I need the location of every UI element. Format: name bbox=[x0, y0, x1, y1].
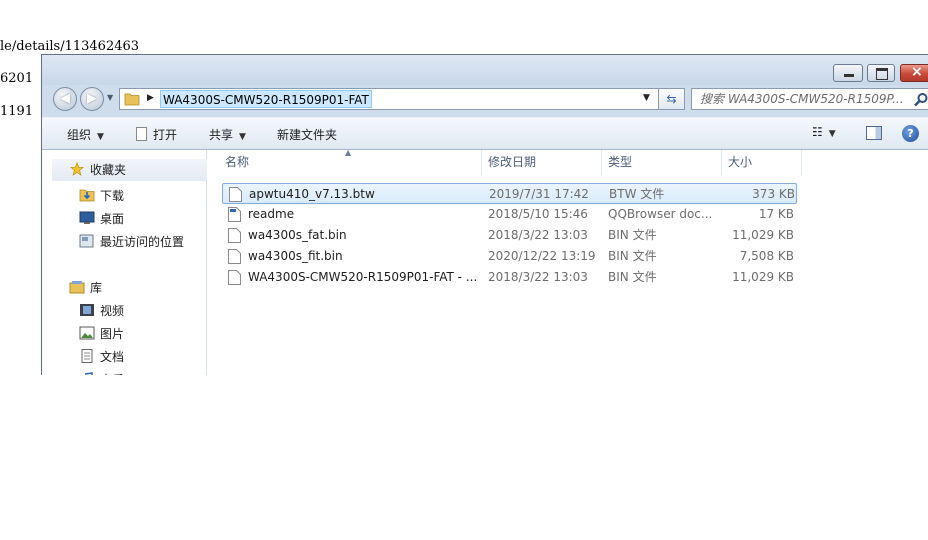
desktop-icon bbox=[79, 211, 95, 224]
recent-places-icon bbox=[79, 234, 94, 248]
file-icon bbox=[229, 187, 242, 202]
background-number-2: 1191 bbox=[0, 104, 34, 119]
file-name: wa4300s_fit.bin bbox=[248, 249, 343, 263]
file-row[interactable]: wa4300s_fit.bin 2020/12/22 13:19 BIN 文件 7,5… bbox=[222, 246, 797, 267]
nav-item-favorites[interactable]: 收藏夹 bbox=[52, 159, 207, 181]
file-size: 7,508 KB bbox=[739, 249, 794, 263]
file-size: 373 KB bbox=[752, 187, 795, 201]
file-row[interactable]: apwtu410_v7.13.btw 2019/7/31 17:42 BTW 文件 3… bbox=[222, 183, 797, 204]
file-list[interactable]: ▲ 名称 修改日期 类型 大小 apwtu410_v7.13.btw 2019/7/… bbox=[208, 148, 928, 375]
title-bar[interactable]: × bbox=[42, 55, 928, 85]
file-type: BIN 文件 bbox=[608, 228, 657, 242]
back-button[interactable]: ◀ bbox=[53, 87, 77, 111]
pictures-icon bbox=[79, 326, 95, 340]
open-button[interactable]: 打开 bbox=[136, 126, 177, 143]
file-row[interactable]: wa4300s_fat.bin 2018/3/22 13:03 BIN 文件 11,0… bbox=[222, 225, 797, 246]
navigation-bar: ◀ ▶ ▼ ▶ WA4300S-CMW520-R1509P01-FAT ▼ ⇆ … bbox=[42, 83, 928, 117]
file-icon bbox=[228, 249, 241, 264]
share-button[interactable]: 共享 ▼ bbox=[209, 126, 246, 143]
change-view-button[interactable]: ☷ ▼ bbox=[812, 125, 836, 139]
nav-item-music[interactable]: 音乐 bbox=[79, 371, 124, 375]
nav-item-recent-places[interactable]: 最近访问的位置 bbox=[79, 233, 184, 250]
chevron-down-icon: ▼ bbox=[97, 132, 104, 142]
nav-item-videos[interactable]: 视频 bbox=[79, 302, 124, 319]
preview-pane-button[interactable] bbox=[866, 126, 882, 140]
file-date: 2018/5/10 15:46 bbox=[488, 207, 588, 221]
maximize-icon bbox=[876, 68, 888, 80]
minimize-button[interactable] bbox=[833, 64, 863, 82]
file-name: apwtu410_v7.13.btw bbox=[249, 187, 375, 201]
column-header-date[interactable]: 修改日期 bbox=[482, 150, 602, 175]
document-icon bbox=[136, 127, 147, 141]
background-url-text: le/details/113462463 bbox=[0, 39, 140, 54]
nav-item-libraries[interactable]: 库 bbox=[69, 279, 102, 296]
file-size: 17 KB bbox=[758, 207, 794, 221]
explorer-window: × ◀ ▶ ▼ ▶ WA4300S-CMW520-R1509P01-FAT ▼ … bbox=[41, 54, 928, 375]
arrow-left-icon: ◀ bbox=[60, 91, 70, 106]
column-header-type[interactable]: 类型 bbox=[602, 150, 722, 175]
arrow-right-icon: ▶ bbox=[87, 91, 97, 106]
file-type: BTW 文件 bbox=[609, 187, 665, 201]
documents-icon bbox=[81, 349, 93, 363]
column-header-size[interactable]: 大小 bbox=[722, 150, 802, 175]
file-type: BIN 文件 bbox=[608, 270, 657, 284]
html-document-icon bbox=[228, 207, 241, 222]
file-size: 11,029 KB bbox=[732, 228, 794, 242]
file-row[interactable]: readme 2018/5/10 15:46 QQBrowser doc... 17 … bbox=[222, 204, 797, 225]
address-dropdown-icon[interactable]: ▼ bbox=[643, 93, 650, 103]
forward-button[interactable]: ▶ bbox=[80, 87, 104, 111]
library-icon bbox=[69, 281, 85, 294]
close-button[interactable]: × bbox=[900, 64, 928, 82]
music-icon bbox=[84, 372, 93, 375]
folder-icon bbox=[124, 93, 140, 106]
file-date: 2020/12/22 13:19 bbox=[488, 249, 596, 263]
nav-item-downloads[interactable]: 下载 bbox=[79, 187, 124, 204]
star-icon bbox=[70, 162, 84, 176]
organize-button[interactable]: 组织 ▼ bbox=[67, 126, 104, 143]
file-size: 11,029 KB bbox=[732, 270, 794, 284]
new-folder-button[interactable]: 新建文件夹 bbox=[277, 126, 337, 143]
nav-item-pictures[interactable]: 图片 bbox=[79, 325, 124, 342]
content-area: 收藏夹 下载 桌面 最近访问的位置 库 视频 图片 文档 ▲ 名称 修改日期 类… bbox=[42, 148, 928, 375]
file-date: 2018/3/22 13:03 bbox=[488, 270, 588, 284]
chevron-down-icon: ▼ bbox=[828, 129, 836, 139]
close-icon: × bbox=[911, 64, 923, 80]
sort-ascending-icon: ▲ bbox=[345, 148, 352, 157]
file-type: BIN 文件 bbox=[608, 249, 657, 263]
breadcrumb-arrow-icon[interactable]: ▶ bbox=[147, 93, 154, 103]
address-path[interactable]: WA4300S-CMW520-R1509P01-FAT bbox=[160, 90, 372, 108]
file-date: 2019/7/31 17:42 bbox=[489, 187, 589, 201]
downloads-folder-icon bbox=[79, 189, 95, 202]
details-view-icon: ☷ bbox=[812, 125, 823, 139]
file-type: QQBrowser doc... bbox=[608, 207, 713, 221]
file-date: 2018/3/22 13:03 bbox=[488, 228, 588, 242]
file-row[interactable]: WA4300S-CMW520-R1509P01-FAT - ... 2018/3/… bbox=[222, 267, 797, 288]
file-icon bbox=[228, 270, 241, 285]
address-bar[interactable]: ▶ WA4300S-CMW520-R1509P01-FAT ▼ bbox=[119, 88, 659, 110]
chevron-down-icon: ▼ bbox=[239, 132, 246, 142]
video-icon bbox=[80, 304, 94, 316]
background-number-1: 6201 bbox=[0, 71, 34, 86]
file-icon bbox=[228, 228, 241, 243]
file-name: readme bbox=[248, 207, 295, 221]
navigation-pane[interactable]: 收藏夹 下载 桌面 最近访问的位置 库 视频 图片 文档 bbox=[42, 150, 207, 375]
command-toolbar: 组织 ▼ 打开 共享 ▼ 新建文件夹 ☷ ▼ ? bbox=[42, 117, 928, 150]
nav-item-desktop[interactable]: 桌面 bbox=[79, 210, 124, 227]
nav-item-documents[interactable]: 文档 bbox=[79, 348, 124, 365]
search-input[interactable]: 搜索 WA4300S-CMW520-R1509P... bbox=[691, 88, 928, 110]
refresh-button[interactable]: ⇆ bbox=[659, 88, 685, 110]
column-header-name[interactable]: ▲ 名称 bbox=[208, 148, 482, 175]
file-name: WA4300S-CMW520-R1509P01-FAT - ... bbox=[248, 270, 478, 284]
minimize-icon bbox=[844, 74, 854, 77]
file-name: wa4300s_fat.bin bbox=[248, 228, 347, 242]
maximize-button[interactable] bbox=[867, 64, 895, 82]
refresh-icon: ⇆ bbox=[666, 92, 677, 106]
help-icon[interactable]: ? bbox=[902, 125, 919, 142]
recent-pages-chevron-icon[interactable]: ▼ bbox=[107, 93, 113, 102]
search-icon[interactable] bbox=[913, 92, 928, 108]
